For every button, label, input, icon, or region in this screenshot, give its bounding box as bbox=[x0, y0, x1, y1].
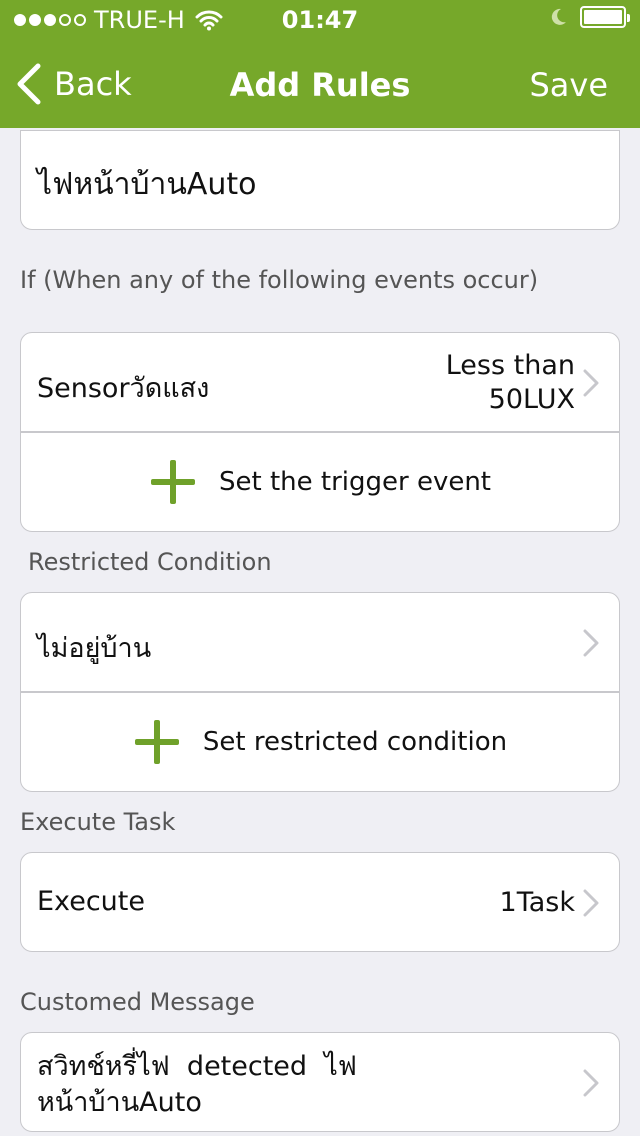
back-button[interactable]: Back bbox=[14, 62, 132, 106]
trigger-value-line2: 50LUX bbox=[488, 384, 575, 415]
chevron-right-icon bbox=[583, 889, 599, 917]
custom-message-line1: สวิทช์หรี่ไฟ detected ไฟ bbox=[37, 1051, 357, 1082]
status-right bbox=[548, 6, 630, 28]
set-restricted-condition-button[interactable]: Set restricted condition bbox=[20, 692, 620, 792]
rule-name-value: ไฟหน้าบ้านAuto bbox=[37, 167, 257, 202]
chevron-right-icon bbox=[583, 629, 599, 657]
execute-label: Execute bbox=[37, 886, 145, 917]
status-bar: TRUE-H 01:47 bbox=[0, 0, 640, 40]
navigation-bar: Back Add Rules Save bbox=[0, 40, 640, 128]
restricted-condition-label: ไม่อยู่บ้าน bbox=[37, 633, 152, 664]
restricted-condition-row[interactable]: ไม่อยู่บ้าน bbox=[20, 592, 620, 692]
custom-message-text: สวิทช์หรี่ไฟ detected ไฟ หน้าบ้านAuto bbox=[37, 1049, 357, 1121]
plus-icon bbox=[134, 720, 179, 764]
back-label: Back bbox=[54, 65, 132, 103]
trigger-event-label: Sensorวัดแสง bbox=[37, 373, 210, 404]
execute-value: 1Task bbox=[499, 887, 575, 918]
battery-icon bbox=[580, 6, 630, 28]
chevron-left-icon bbox=[17, 63, 41, 105]
status-time: 01:47 bbox=[281, 6, 359, 34]
rule-name-field[interactable]: ไฟหน้าบ้านAuto bbox=[20, 130, 620, 230]
chevron-right-icon bbox=[583, 369, 599, 397]
trigger-event-value: Less than 50LUX bbox=[446, 349, 575, 417]
message-section-label: Customed Message bbox=[20, 988, 255, 1016]
plus-icon bbox=[150, 460, 195, 504]
set-trigger-event-button[interactable]: Set the trigger event bbox=[20, 432, 620, 532]
execute-task-row[interactable]: Execute 1Task bbox=[20, 852, 620, 952]
save-button[interactable]: Save bbox=[529, 66, 608, 104]
execute-section-label: Execute Task bbox=[20, 808, 176, 836]
moon-icon bbox=[551, 8, 566, 25]
if-section-label: If (When any of the following events occ… bbox=[20, 266, 539, 294]
custom-message-line2: หน้าบ้านAuto bbox=[37, 1087, 202, 1118]
trigger-value-line1: Less than bbox=[445, 350, 575, 381]
trigger-event-row[interactable]: Sensorวัดแสง Less than 50LUX bbox=[20, 332, 620, 432]
set-restricted-condition-label: Set restricted condition bbox=[202, 727, 508, 757]
chevron-right-icon bbox=[583, 1069, 599, 1097]
custom-message-row[interactable]: สวิทช์หรี่ไฟ detected ไฟ หน้าบ้านAuto bbox=[20, 1032, 620, 1132]
restricted-section-label: Restricted Condition bbox=[28, 548, 272, 576]
set-trigger-event-label: Set the trigger event bbox=[218, 467, 491, 497]
